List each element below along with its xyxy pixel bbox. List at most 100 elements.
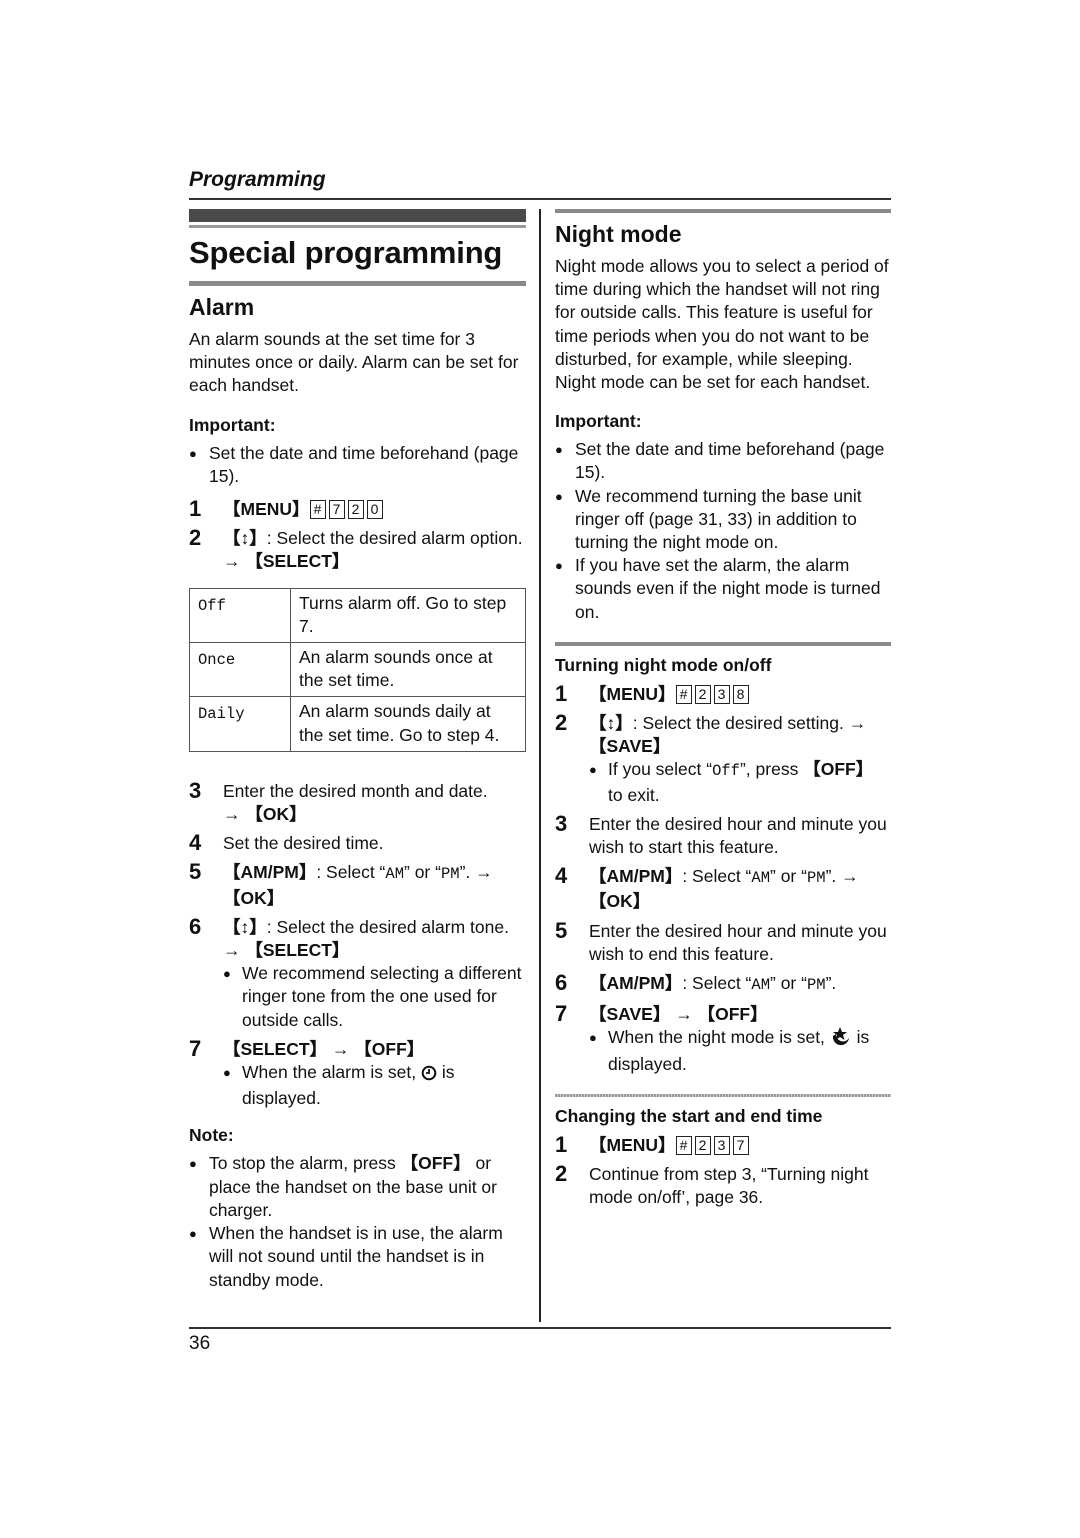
onoff-step-1: 1 【MENU】 #2 3 8 xyxy=(555,682,891,706)
change-step-2: 2 Continue from step 3, “Turning night m… xyxy=(555,1161,869,1208)
alarm-important-label: Important: xyxy=(189,414,276,435)
alarm-clock-icon xyxy=(421,1064,437,1087)
option-key: Off xyxy=(189,587,291,644)
list-item: When the handset is in use, the alarm wi… xyxy=(189,1222,526,1292)
note-label: Note: xyxy=(189,1125,234,1146)
page-number: 36 xyxy=(189,1333,211,1354)
save-key: 【SAVE】 xyxy=(589,736,671,757)
change-step-1: 1 【MENU】 #2 3 7 xyxy=(555,1133,891,1157)
section-title: Programming xyxy=(189,168,326,191)
option-key: Daily xyxy=(189,696,291,752)
ok-key: 【OK】 xyxy=(223,887,285,908)
page-footer: 36 xyxy=(189,1327,891,1357)
table-row: Off Turns alarm off. Go to step 7. xyxy=(189,587,526,644)
alarm-important-list: Set the date and time beforehand (page 1… xyxy=(189,442,526,488)
list-item: When the alarm is set, is displayed. xyxy=(223,1061,526,1110)
key-box: 2 xyxy=(347,500,364,520)
title-bar xyxy=(189,209,526,225)
alarm-step-4: 4 Set the desired time. xyxy=(189,830,384,856)
up-down-arrow-icon: 【↕】 xyxy=(589,713,633,734)
onoff-step-2: 2 【↕】: Select the desired setting. → 【SA… xyxy=(555,711,891,807)
list-item: We recommend turning the base unit ringe… xyxy=(555,485,891,555)
menu-key: 【MENU】 xyxy=(589,1134,676,1155)
alarm-options-table: Off Turns alarm off. Go to step 7. Once … xyxy=(189,587,526,752)
ampm-key: 【AM/PM】 xyxy=(589,866,683,887)
key-box: 2 xyxy=(694,684,711,704)
alarm-step-6: 6 【↕】: Select the desired alarm tone. → … xyxy=(189,915,526,1032)
save-key: 【SAVE】 xyxy=(589,1004,671,1025)
onoff-steps: 1 【MENU】 #2 3 8 2 【↕】: Select the desired s… xyxy=(555,682,891,1076)
night-important-list: Set the date and time beforehand (page 1… xyxy=(555,438,891,624)
ampm-key: 【AM/PM】 xyxy=(589,973,683,994)
alarm-steps: 1 【MENU】 #7 2 0 2 【↕】: Select the desired a… xyxy=(189,497,526,574)
alarm-step-2: 2 【↕】: Select the desired alarm option. … xyxy=(189,525,523,572)
alarm-step-5: 5 【AM/PM】: Select “AM” or “PM”. → 【OK】 xyxy=(189,859,493,908)
night-important-label: Important: xyxy=(555,411,642,432)
section-bar xyxy=(555,209,891,213)
alarm-heading: Alarm xyxy=(189,294,255,320)
off-key: 【OFF】 xyxy=(354,1038,425,1059)
night-mode-heading: Night mode xyxy=(555,221,682,247)
key-box: 0 xyxy=(366,500,383,520)
up-down-arrow-icon: 【↕】 xyxy=(223,916,267,937)
select-key: 【SELECT】 xyxy=(223,1038,328,1059)
option-desc: An alarm sounds daily at the set time. G… xyxy=(290,696,526,752)
subsection-bar xyxy=(555,641,891,646)
change-steps: 1 【MENU】 #2 3 7 2 Continue from step 3, “Tu… xyxy=(555,1133,891,1210)
alarm-step-1: 1 【MENU】 #7 2 0 xyxy=(189,497,526,521)
onoff-step-3: 3 Enter the desired hour and minute you … xyxy=(555,810,887,858)
select-key: 【SELECT】 xyxy=(245,940,350,961)
change-heading: Changing the start and end time xyxy=(555,1105,823,1126)
menu-key: 【MENU】 xyxy=(589,683,676,704)
footer-rule xyxy=(189,1327,891,1329)
off-key: 【OFF】 xyxy=(697,1004,768,1025)
menu-key: 【MENU】 xyxy=(223,499,310,520)
ok-key: 【OK】 xyxy=(245,804,307,825)
onoff-heading: Turning night mode on/off xyxy=(555,654,772,675)
list-item: Set the date and time beforehand (page 1… xyxy=(555,438,891,484)
key-box: # xyxy=(675,1135,692,1155)
option-desc: An alarm sounds once at the set time. xyxy=(290,642,526,698)
onoff-step-5: 5 Enter the desired hour and minute you … xyxy=(555,917,887,964)
table-row: Once An alarm sounds once at the set tim… xyxy=(189,642,526,698)
page-title: Special programming xyxy=(189,235,503,270)
key-box: 3 xyxy=(713,1135,730,1155)
note-list: To stop the alarm, press 【OFF】 or place … xyxy=(189,1152,526,1291)
right-column: Night mode Night mode allows you to sele… xyxy=(555,209,891,1216)
list-item: When the night mode is set, is displayed… xyxy=(589,1026,891,1075)
key-box: 7 xyxy=(732,1135,749,1155)
section-bar xyxy=(189,281,526,286)
key-box: 2 xyxy=(694,1135,711,1155)
list-item: We recommend selecting a different ringe… xyxy=(223,962,526,1032)
left-column: Special programming Alarm An alarm sound… xyxy=(189,209,526,1292)
list-item: To stop the alarm, press 【OFF】 or place … xyxy=(189,1152,526,1222)
page-header: Programming xyxy=(189,166,891,200)
ok-key: 【OK】 xyxy=(589,891,651,912)
night-mode-intro: Night mode allows you to select a period… xyxy=(555,256,889,393)
table-row: Daily An alarm sounds daily at the set t… xyxy=(189,696,526,752)
subsection-bar xyxy=(555,1093,891,1097)
column-divider xyxy=(539,209,541,1322)
list-item: If you select “Off”, press 【OFF】 to exit… xyxy=(589,758,891,806)
up-down-arrow-icon: 【↕】 xyxy=(223,528,267,549)
onoff-step-4: 4 【AM/PM】: Select “AM” or “PM”. → 【OK】 xyxy=(555,863,859,912)
list-item: Set the date and time beforehand (page 1… xyxy=(189,442,526,488)
option-desc: Turns alarm off. Go to step 7. xyxy=(290,587,526,644)
alarm-steps-cont: 3 Enter the desired month and date. → 【O… xyxy=(189,777,526,1111)
select-key: 【SELECT】 xyxy=(245,551,350,572)
alarm-step-7: 7 【SELECT】 → 【OFF】 When the alarm is set… xyxy=(189,1037,526,1111)
ampm-key: 【AM/PM】 xyxy=(223,862,317,883)
key-box: 3 xyxy=(713,684,730,704)
key-box: # xyxy=(309,500,326,520)
onoff-step-6: 6 【AM/PM】: Select “AM” or “PM”. xyxy=(555,970,837,996)
header-rule xyxy=(189,198,891,200)
onoff-step-7: 7 【SAVE】 → 【OFF】 When the night mode is … xyxy=(555,1002,891,1076)
night-mode-moon-star-icon xyxy=(830,1026,852,1052)
key-box: 7 xyxy=(328,500,345,520)
option-key: Once xyxy=(189,642,291,698)
alarm-intro: An alarm sounds at the set time for 3 mi… xyxy=(189,329,519,396)
list-item: If you have set the alarm, the alarm sou… xyxy=(555,554,891,624)
key-box: # xyxy=(675,684,692,704)
alarm-step-3: 3 Enter the desired month and date. → 【O… xyxy=(189,777,488,825)
key-box: 8 xyxy=(732,684,749,704)
